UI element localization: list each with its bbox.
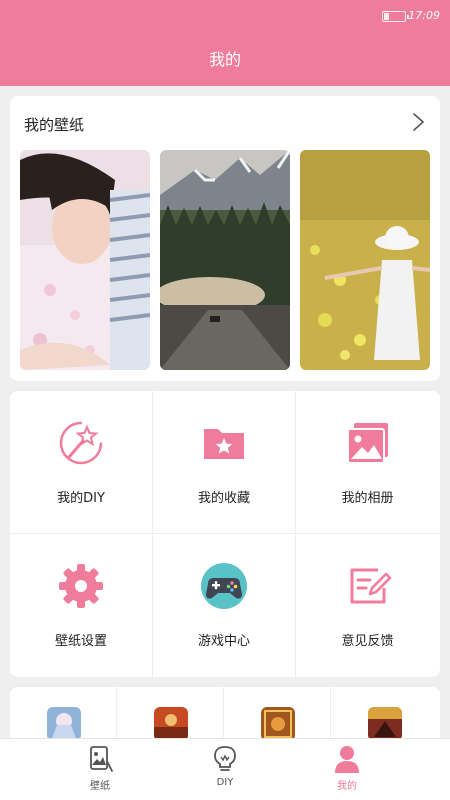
menu-item-label: 我的相册: [341, 491, 394, 506]
chevron-right-icon[interactable]: [410, 112, 426, 132]
menu-item-label: 我的DIY: [57, 491, 105, 506]
page-title: 我的: [208, 50, 241, 69]
gamepad-icon: [201, 563, 247, 609]
status-bar: 17:09: [0, 0, 450, 30]
person-icon: [335, 746, 359, 773]
menu-item-my-album[interactable]: 我的相册: [296, 391, 439, 534]
feature-grid: 我的DIY 我的收藏 我的相册 壁纸设置 游戏中心 意见反馈: [10, 391, 440, 677]
feedback-edit-icon: [350, 568, 391, 604]
status-time: 17:09: [408, 9, 440, 22]
game-thumbnail: [47, 707, 81, 741]
magic-wand-icon: [59, 421, 103, 465]
folder-star-icon: [204, 429, 244, 459]
game-thumbnail: [154, 707, 188, 741]
bottom-tab-bar: 壁纸 DIY 我的: [0, 738, 450, 800]
menu-item-wallpaper-settings[interactable]: 壁纸设置: [10, 534, 153, 677]
menu-item-label: 游戏中心: [197, 634, 250, 649]
my-wallpapers-title[interactable]: 我的壁纸: [24, 114, 84, 135]
my-wallpapers-card: 我的壁纸: [10, 96, 440, 381]
gear-icon: [59, 564, 103, 608]
game-thumbnail: [261, 707, 295, 741]
menu-item-label: 我的收藏: [197, 491, 250, 506]
battery-icon: [382, 11, 409, 22]
wallpaper-thumbnail-girl[interactable]: [20, 150, 150, 370]
game-thumbnail: [368, 707, 402, 741]
menu-item-game-center[interactable]: 游戏中心: [153, 534, 296, 677]
album-icon: [346, 423, 388, 464]
wallpaper-thumbnail-mountain-road[interactable]: [160, 150, 290, 370]
menu-item-feedback[interactable]: 意见反馈: [296, 534, 439, 677]
menu-item-my-favorites[interactable]: 我的收藏: [153, 391, 296, 534]
menu-item-label: 意见反馈: [341, 634, 394, 649]
menu-item-label: 壁纸设置: [54, 634, 107, 649]
wallpaper-icon: [90, 746, 113, 772]
menu-item-my-diy[interactable]: 我的DIY: [10, 391, 153, 534]
wallpaper-thumbnail-flower-field[interactable]: [300, 150, 430, 370]
tab-mine[interactable]: 我的: [272, 739, 422, 800]
tab-label: 我的: [337, 781, 357, 792]
bulb-icon: [214, 746, 236, 771]
app-header: 我的: [0, 30, 450, 86]
